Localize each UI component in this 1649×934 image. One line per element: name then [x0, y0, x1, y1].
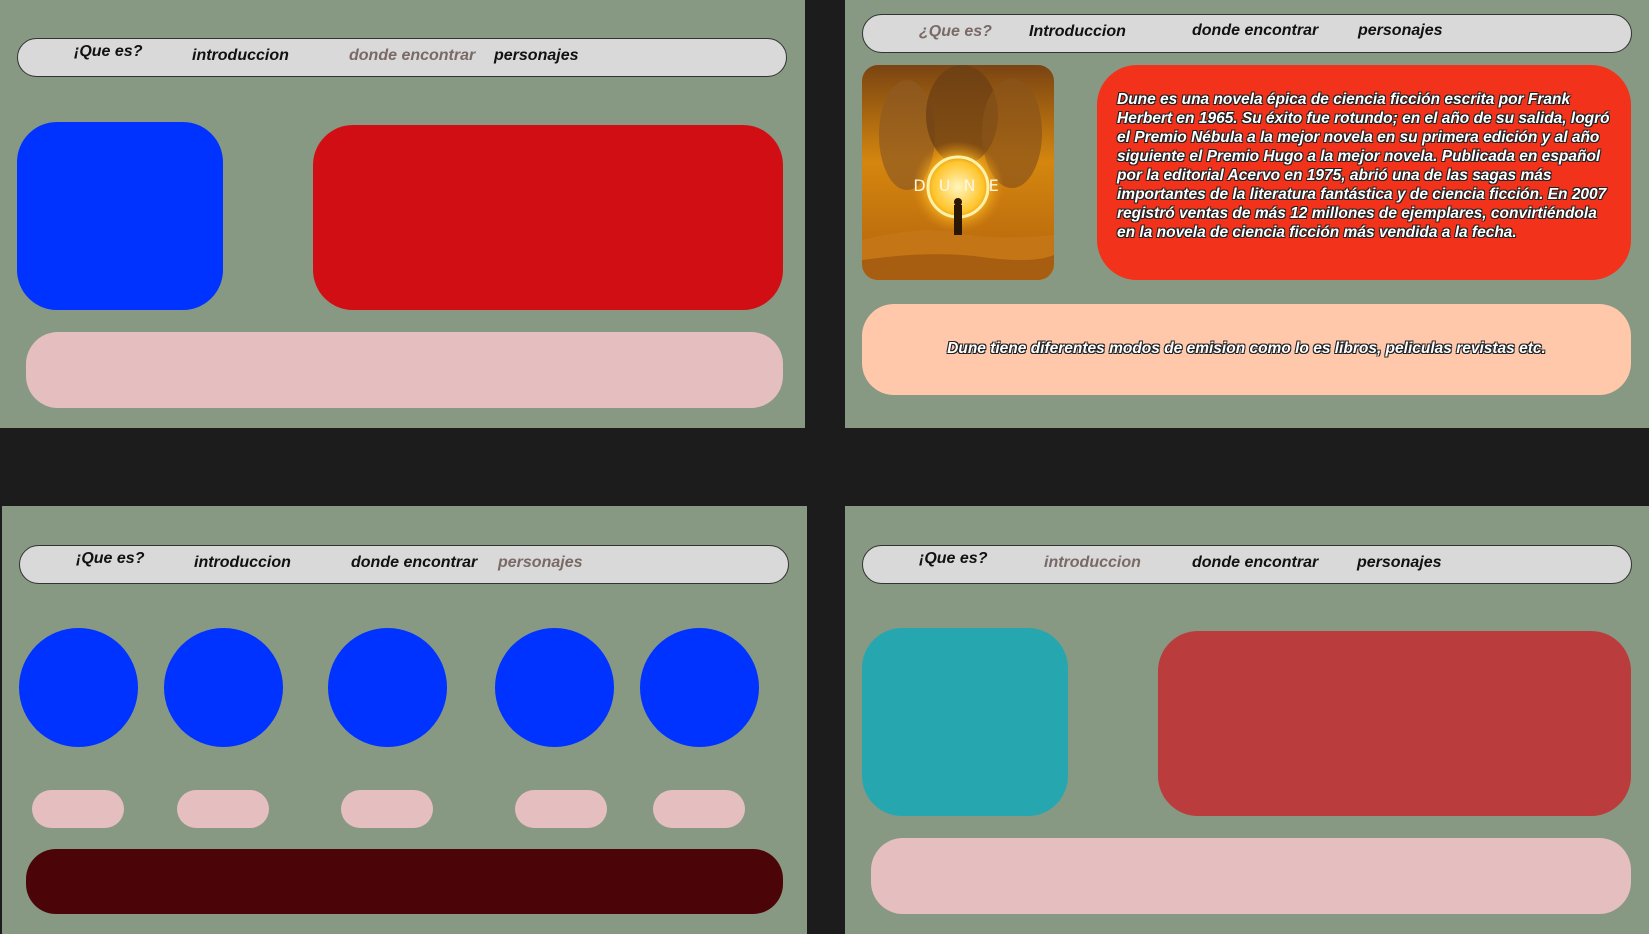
character-label	[515, 790, 607, 828]
image-placeholder	[17, 122, 223, 310]
nav-donde-encontrar[interactable]: donde encontrar	[1192, 22, 1318, 40]
nav-personajes[interactable]: personajes	[494, 47, 578, 65]
nav-que-es[interactable]: ¡Que es?	[919, 550, 987, 568]
navbar: ¿Que es? Introduccion donde encontrar pe…	[862, 14, 1632, 53]
character-avatar[interactable]	[495, 628, 614, 747]
nav-donde-encontrar[interactable]: donde encontrar	[351, 554, 477, 572]
footer-placeholder	[26, 849, 783, 914]
nav-introduccion[interactable]: Introduccion	[1029, 23, 1126, 41]
nav-donde-encontrar[interactable]: donde encontrar	[1192, 554, 1318, 572]
character-label	[177, 790, 269, 828]
character-avatar[interactable]	[640, 628, 759, 747]
nav-introduccion[interactable]: introduccion	[192, 47, 289, 65]
caption-text: Dune tiene diferentes modos de emision c…	[947, 340, 1546, 357]
nav-que-es[interactable]: ¿Que es?	[919, 23, 992, 41]
frame-introduccion: ¡Que es? introduccion donde encontrar pe…	[845, 506, 1649, 934]
frame-personajes: ¡Que es? introduccion donde encontrar pe…	[2, 506, 807, 934]
footer-placeholder	[26, 332, 783, 408]
poster-logo-text: D U N E	[913, 176, 1002, 195]
nav-introduccion[interactable]: introduccion	[1044, 554, 1141, 572]
navbar: ¡Que es? introduccion donde encontrar pe…	[19, 545, 789, 584]
dune-poster-image: D U N E	[862, 65, 1054, 280]
text-placeholder	[313, 125, 783, 310]
frame-que-es: ¿Que es? Introduccion donde encontrar pe…	[845, 0, 1649, 428]
character-label	[32, 790, 124, 828]
character-avatar[interactable]	[19, 628, 138, 747]
navbar: ¡Que es? introduccion donde encontrar pe…	[862, 545, 1632, 584]
footer-placeholder	[871, 838, 1631, 914]
nav-introduccion[interactable]: introduccion	[194, 554, 291, 572]
character-label	[653, 790, 745, 828]
navbar: ¡Que es? introduccion donde encontrar pe…	[17, 38, 787, 77]
nav-que-es[interactable]: ¡Que es?	[74, 43, 142, 61]
nav-personajes[interactable]: personajes	[1358, 22, 1442, 40]
nav-personajes[interactable]: personajes	[1357, 554, 1441, 572]
frame-home-donde-encontrar: ¡Que es? introduccion donde encontrar pe…	[0, 0, 805, 428]
image-placeholder	[862, 628, 1068, 816]
nav-que-es[interactable]: ¡Que es?	[76, 550, 144, 568]
description-text: Dune es una novela épica de ciencia ficc…	[1117, 91, 1610, 241]
character-avatar[interactable]	[164, 628, 283, 747]
text-placeholder	[1158, 631, 1631, 816]
character-avatar[interactable]	[328, 628, 447, 747]
nav-donde-encontrar[interactable]: donde encontrar	[349, 47, 475, 65]
character-label	[341, 790, 433, 828]
nav-personajes[interactable]: personajes	[498, 554, 582, 572]
